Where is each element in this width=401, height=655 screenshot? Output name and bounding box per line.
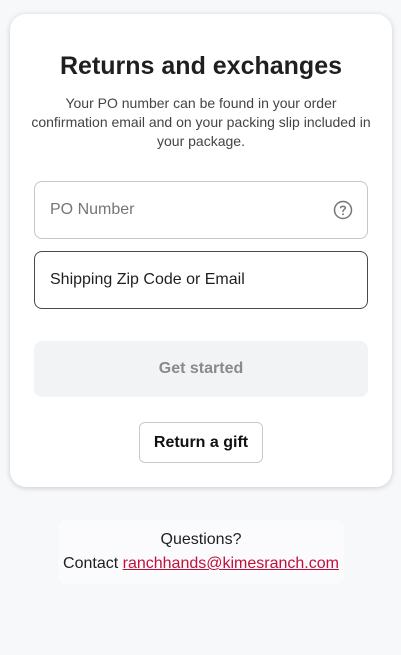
contact-line: Contact ranchhands@kimesranch.com [58, 552, 344, 576]
contact-email-link[interactable]: ranchhands@kimesranch.com [123, 555, 339, 572]
po-number-input[interactable] [50, 182, 320, 238]
page-title: Returns and exchanges [59, 52, 343, 80]
questions-heading: Questions? [160, 531, 242, 548]
return-gift-button[interactable]: Return a gift [139, 422, 263, 463]
question-circle-icon[interactable] [333, 200, 353, 220]
returns-card: Returns and exchanges Your PO number can… [10, 14, 392, 487]
get-started-button[interactable]: Get started [34, 341, 368, 397]
zip-or-email-input[interactable] [50, 252, 320, 308]
contact-prefix: Contact [63, 555, 119, 572]
zip-or-email-field [34, 251, 368, 309]
page-subtitle: Your PO number can be found in your orde… [31, 95, 371, 149]
contact-box: Questions? Contact ranchhands@kimesranch… [58, 520, 344, 584]
po-number-field [34, 181, 368, 239]
